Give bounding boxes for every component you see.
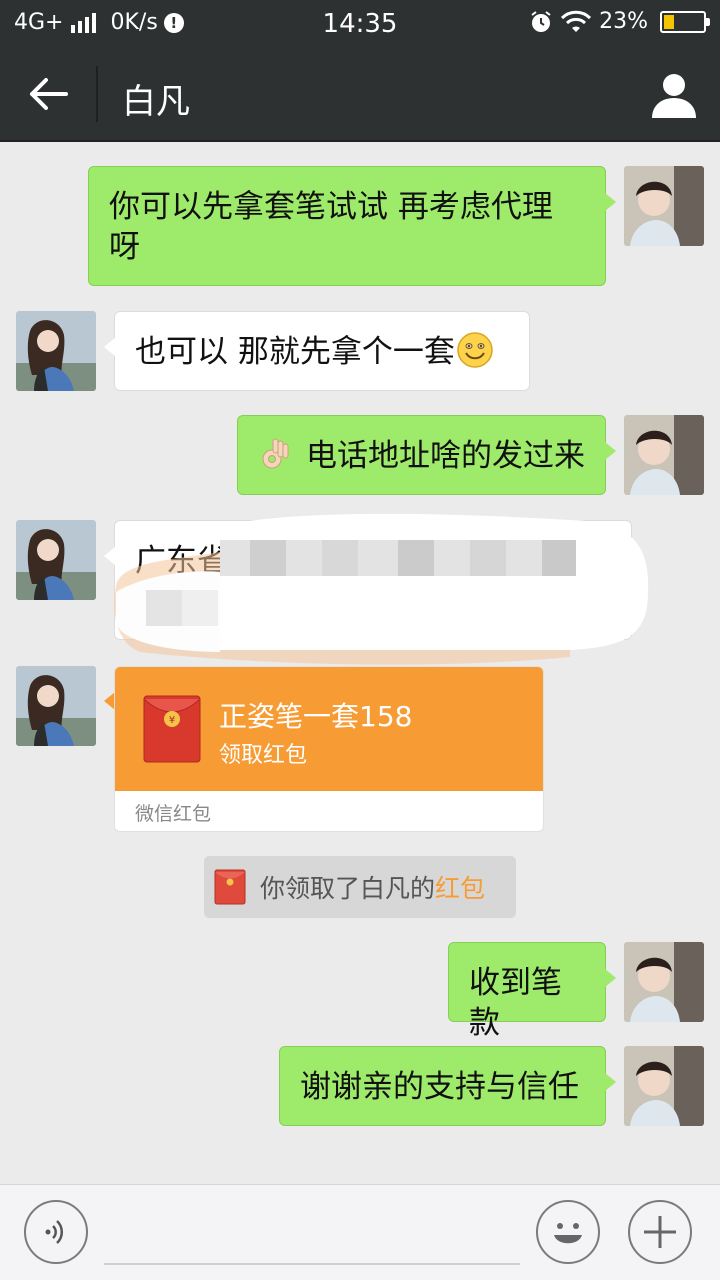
- message-bubble[interactable]: 电话地址啥的发过来: [237, 415, 616, 495]
- back-button[interactable]: [20, 68, 76, 120]
- alarm-icon: [531, 10, 551, 32]
- message-bubble[interactable]: 收到笔款: [448, 942, 616, 1041]
- notice-text: 你领取了白凡的: [260, 874, 436, 903]
- plus-icon: [644, 1216, 676, 1248]
- svg-text:¥: ¥: [169, 715, 175, 726]
- chat-title: 白凡: [122, 82, 190, 122]
- voice-button[interactable]: [24, 1200, 88, 1264]
- chat-header: 白凡: [0, 46, 720, 142]
- redacted-blur: [114, 513, 649, 665]
- person-icon: [652, 74, 696, 118]
- message-text: 呀: [109, 229, 140, 265]
- my-avatar[interactable]: [624, 942, 704, 1022]
- notice-link[interactable]: 红包: [435, 869, 485, 905]
- red-envelope-icon: ¥: [143, 695, 201, 763]
- header-divider: [96, 66, 98, 122]
- message-text: 也可以 那就先拿个一套: [135, 334, 455, 370]
- chat-info-button[interactable]: [648, 70, 700, 120]
- contact-avatar[interactable]: [16, 666, 96, 746]
- red-packet-title: 正姿笔一套158: [219, 700, 413, 733]
- more-button[interactable]: [628, 1200, 692, 1264]
- message-list[interactable]: 你可以先拿套笔试试 再考虑代理 呀 也可以 那就先拿个一套 电话地址啥的发过来 …: [0, 142, 720, 1184]
- smiley-icon: [554, 1223, 582, 1244]
- contact-avatar[interactable]: [16, 311, 96, 391]
- my-avatar[interactable]: [624, 1046, 704, 1126]
- my-avatar[interactable]: [624, 166, 704, 246]
- message-bubble[interactable]: 谢谢亲的支持与信任: [279, 1046, 616, 1126]
- red-packet-card[interactable]: ¥ 正姿笔一套158 领取红包 微信红包: [114, 666, 544, 832]
- ok-hand-emoji-icon: [262, 438, 289, 469]
- smile-emoji-icon: [457, 332, 493, 368]
- message-input[interactable]: [104, 1199, 520, 1265]
- message-bubble[interactable]: 也可以 那就先拿个一套: [104, 311, 530, 391]
- input-bar: [0, 1184, 720, 1280]
- system-notice[interactable]: 你领取了白凡的 红包: [204, 856, 516, 918]
- battery-percent: 23%: [599, 9, 648, 34]
- my-avatar[interactable]: [624, 415, 704, 495]
- emoji-button[interactable]: [536, 1200, 600, 1264]
- red-envelope-icon: [214, 869, 246, 905]
- red-packet-footer: 微信红包: [115, 791, 543, 831]
- message-text: 你可以先拿套笔试试 再考虑代理: [109, 189, 553, 225]
- message-text: 谢谢亲的支持与信任: [300, 1069, 579, 1105]
- message-text: 收到笔款: [469, 965, 562, 1041]
- battery-icon: [660, 10, 710, 33]
- red-packet-body[interactable]: ¥ 正姿笔一套158 领取红包: [115, 667, 543, 791]
- back-arrow-icon: [30, 78, 68, 110]
- status-bar: 4G+ 0K/s ! 14:35 23%: [0, 0, 720, 46]
- red-packet-action: 领取红包: [219, 743, 308, 768]
- message-text: 电话地址啥的发过来: [306, 438, 585, 474]
- contact-avatar[interactable]: [16, 520, 96, 600]
- voice-icon: [45, 1220, 64, 1244]
- message-bubble[interactable]: 你可以先拿套笔试试 再考虑代理 呀: [88, 166, 616, 286]
- wifi-icon: [561, 10, 592, 32]
- battery-fill: [664, 14, 674, 29]
